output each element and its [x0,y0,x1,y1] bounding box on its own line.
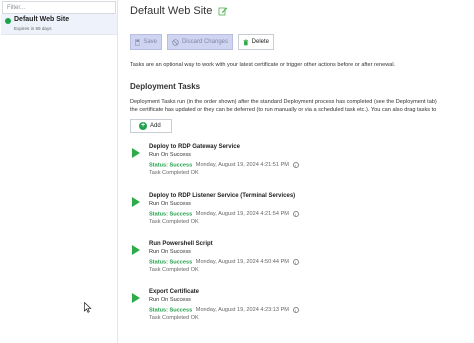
filter-input[interactable]: Filter... [2,1,116,14]
add-task-button[interactable]: + Add [130,119,172,133]
task-item: Deploy to RDP Listener Service (Terminal… [132,193,462,233]
task-result: Task Completed OK [149,315,199,321]
info-icon[interactable]: i [292,211,299,217]
page-title: Default Web Site [130,5,213,17]
sidebar-item-default-web-site[interactable]: Default Web Site Expires in 89 days [1,14,117,35]
edit-icon[interactable] [218,6,228,16]
task-name[interactable]: Deploy to RDP Listener Service (Terminal… [149,193,295,199]
status-time: Monday, August 19, 2024 4:50:44 PM [195,259,289,266]
task-status-row: Status: Success Monday, August 19, 2024 … [149,259,299,265]
delete-label: Delete [251,39,269,45]
site-title: Default Web Site [14,16,70,23]
info-icon[interactable]: i [292,307,299,313]
main-panel: Default Web Site Save Discard Changes De… [118,0,474,343]
tasks-description: Tasks are an optional way to work with y… [130,62,396,68]
status-dot-icon [5,18,11,24]
trash-icon [243,39,249,45]
task-item: Export Certificate Run On Success Status… [132,289,462,329]
task-status-row: Status: Success Monday, August 19, 2024 … [149,162,299,168]
task-result: Task Completed OK [149,267,199,273]
play-icon[interactable] [132,245,140,255]
task-name[interactable]: Deploy to RDP Gateway Service [149,144,240,150]
status-time: Monday, August 19, 2024 4:21:51 PM [195,162,289,169]
task-trigger: Run On Success [149,201,191,207]
task-status-row: Status: Success Monday, August 19, 2024 … [149,307,299,313]
deployment-intro-line1: Deployment Tasks run (in the order shown… [130,99,437,105]
save-button[interactable]: Save [130,34,162,50]
status-label: Status: Success [149,211,193,218]
deployment-intro-line2: the certificate has updated or they can … [130,107,437,113]
deployment-tasks-heading: Deployment Tasks [130,82,201,91]
play-icon[interactable] [132,293,140,303]
task-result: Task Completed OK [149,219,199,225]
info-icon[interactable]: i [292,162,299,168]
discard-icon [172,38,179,46]
status-time: Monday, August 19, 2024 4:21:54 PM [195,211,289,218]
task-item: Deploy to RDP Gateway Service Run On Suc… [132,144,462,184]
status-label: Status: Success [149,307,193,314]
task-result: Task Completed OK [149,170,199,176]
save-icon [135,39,141,45]
add-label: Add [150,123,161,129]
task-name[interactable]: Export Certificate [149,289,199,295]
play-icon[interactable] [132,148,140,158]
status-label: Status: Success [149,259,193,266]
status-time: Monday, August 19, 2024 4:23:13 PM [195,307,289,314]
mouse-cursor-icon [84,302,92,313]
sidebar: Filter... Default Web Site Expires in 89… [0,0,118,343]
discard-label: Discard Changes [181,39,228,45]
info-icon[interactable]: i [292,259,299,265]
site-expiry: Expires in 89 days [14,26,52,31]
task-trigger: Run On Success [149,297,191,303]
status-label: Status: Success [149,162,193,169]
save-label: Save [143,39,157,45]
task-status-row: Status: Success Monday, August 19, 2024 … [149,211,299,217]
task-trigger: Run On Success [149,152,191,158]
task-name[interactable]: Run Powershell Script [149,241,213,247]
play-icon[interactable] [132,197,140,207]
task-item: Run Powershell Script Run On Success Sta… [132,241,462,281]
delete-button[interactable]: Delete [238,34,274,50]
discard-changes-button[interactable]: Discard Changes [167,34,233,50]
task-trigger: Run On Success [149,249,191,255]
plus-icon: + [139,122,147,130]
